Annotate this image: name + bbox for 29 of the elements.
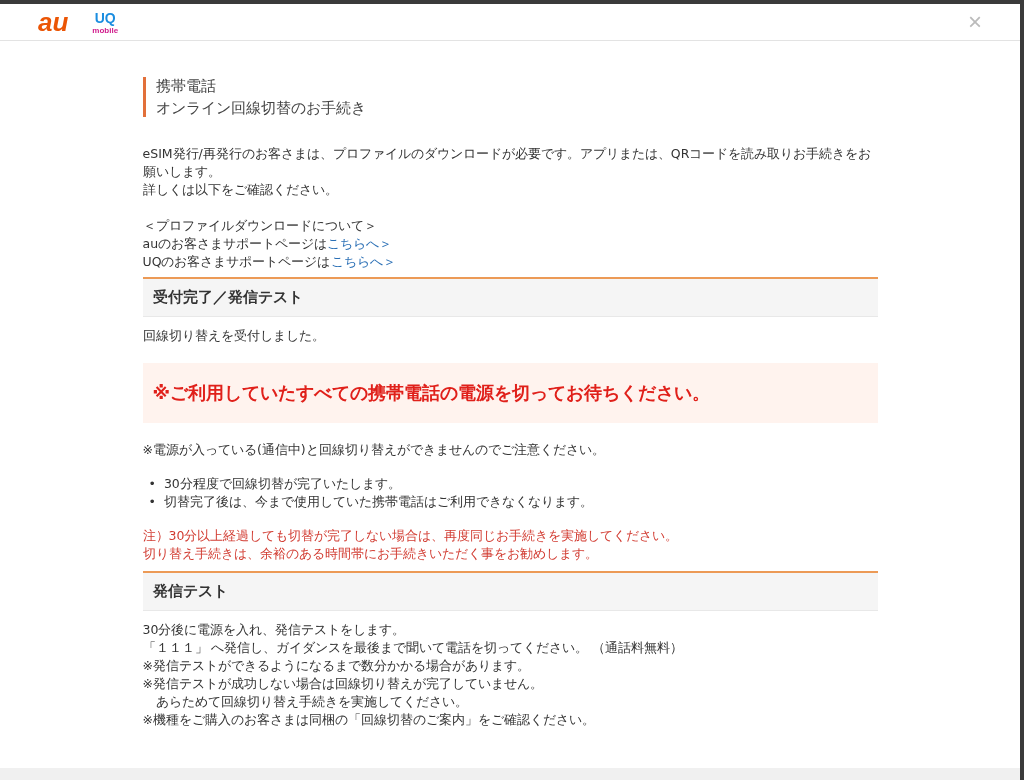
body-text: ※発信テストが成功しない場合は回線切り替えが完了していません。 xyxy=(142,675,544,693)
body-text: 30分後に電源を入れ、発信テストをします。 xyxy=(142,621,407,639)
bullet-item: 切替完了後は、今まで使用していた携帯電話はご利用できなくなります。 xyxy=(163,493,593,511)
bullet-marker: • xyxy=(148,493,156,511)
body-text: ※電源が入っている(通信中)と回線切り替えができませんのでご注意ください。 xyxy=(142,441,606,459)
section-heading: 発信テスト xyxy=(142,571,878,611)
body-text: ＜プロファイルダウンロードについて＞ xyxy=(142,217,378,235)
brand-logo: au xyxy=(38,9,69,35)
body-text: 「１１１」 へ発信し、ガイダンスを最後まで聞いて電話を切ってください。 （通話料無料） xyxy=(142,639,685,657)
support-link[interactable]: こちらへ＞ xyxy=(327,236,393,251)
brand-logo-caption: mobile xyxy=(92,25,119,35)
bullet-marker: • xyxy=(148,475,156,493)
body-text: 詳しくは以下をご確認ください。 xyxy=(142,181,339,199)
note-text: 注）30分以上経過しても切替が完了しない場合は、再度同じお手続きを実施してください。 xyxy=(142,527,680,545)
body-text: UQのお客さまサポートページは こちらへ＞ xyxy=(142,253,397,271)
note-text: 切り替え手続きは、余裕のある時間帯にお手続きいただく事をお勧めします。 xyxy=(142,545,599,563)
alert-banner: ※ご利用していたすべての携帯電話の電源を切ってお待ちください。 xyxy=(142,363,878,423)
body-text: ※発信テストができるようになるまで数分かかる場合があります。 xyxy=(142,657,531,675)
body-text: ※機種をご購入のお客さまは同梱の「回線切替のご案内」をご確認ください。 xyxy=(142,711,596,729)
support-link[interactable]: こちらへ＞ xyxy=(330,254,396,269)
brand-logo: UQ xyxy=(94,9,116,26)
page-title: 携帯電話 xyxy=(155,77,217,95)
page-title: オンライン回線切替のお手続き xyxy=(155,99,367,117)
body-text: 回線切り替えを受付しました。 xyxy=(142,327,326,345)
body-text: auのお客さまサポートページはこちらへ＞ xyxy=(142,235,394,253)
body-text: eSIM発行/再発行のお客さまは、プロファイルのダウンロードが必要です。アプリまたは、QRコードを読み取りお手続きをお願いします。 xyxy=(142,145,873,181)
bullet-item: 30分程度で回線切替が完了いたします。 xyxy=(163,475,401,493)
body-text: あらためて回線切り替え手続きを実施してください。 xyxy=(154,693,469,711)
section-heading: 受付完了／発信テスト xyxy=(142,277,878,317)
